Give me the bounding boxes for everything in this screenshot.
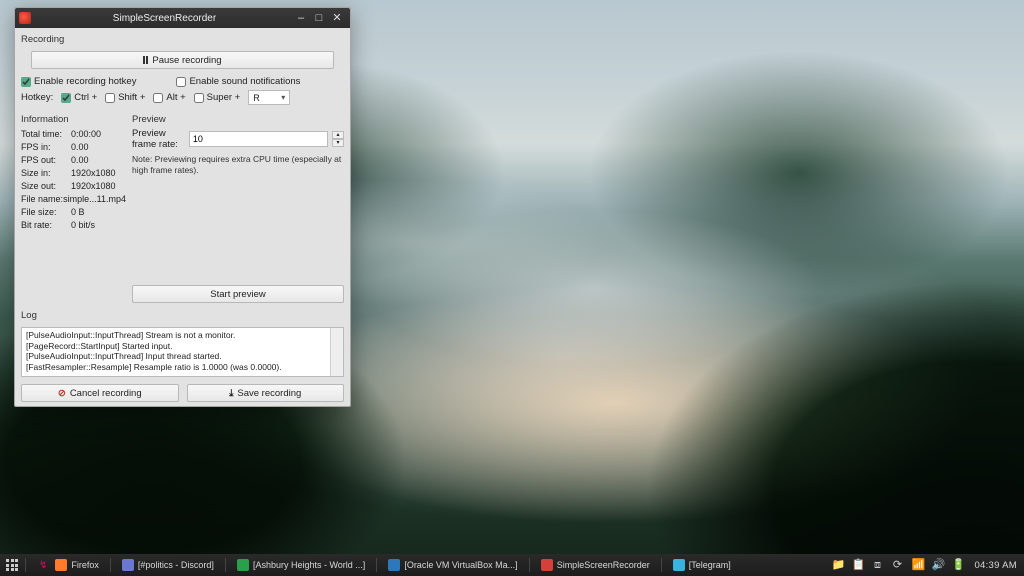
info-row: Size out:1920x1080 [21, 180, 126, 193]
preview-rate-label: Preview frame rate: [132, 128, 185, 150]
log-line: [FastResampler::Resample] Resample ratio… [26, 362, 339, 373]
save-recording-button[interactable]: ⤓ Save recording [187, 384, 345, 402]
system-tray: 📁 📋 ⧈ ⟳ 📶 🔊 🔋 04:39 AM [831, 559, 1020, 571]
hotkey-shift[interactable]: Shift + [105, 92, 145, 103]
info-key: FPS out: [21, 154, 71, 167]
log-line: [PageRecord::StartInput] Started input. [26, 341, 339, 352]
preview-area [132, 176, 344, 285]
info-key: FPS in: [21, 141, 71, 154]
info-row: Bit rate:0 bit/s [21, 219, 126, 232]
folder-icon[interactable]: 📁 [831, 559, 843, 571]
taskbar-item-label: [Oracle VM VirtualBox Ma...] [404, 560, 517, 570]
preview-note: Note: Previewing requires extra CPU time… [132, 154, 344, 176]
taskbar-item[interactable]: SimpleScreenRecorder [535, 557, 656, 573]
taskbar-separator [529, 558, 530, 572]
battery-icon[interactable]: 🔋 [951, 559, 963, 571]
preview-rate-spinner[interactable]: ▴▾ [332, 131, 344, 147]
info-row: FPS out:0.00 [21, 154, 126, 167]
preview-rate-input[interactable] [189, 131, 328, 147]
hotkey-alt[interactable]: Alt + [153, 92, 185, 103]
taskbar-app-icon [237, 559, 249, 571]
taskbar-item-label: [Telegram] [689, 560, 731, 570]
hotkey-super[interactable]: Super + [194, 92, 241, 103]
pause-icon [143, 56, 148, 64]
activity-indicator-icon: ↯ [39, 560, 47, 571]
info-row: File size:0 B [21, 206, 126, 219]
save-icon: ⤓ [229, 388, 233, 399]
taskbar-item-label: Firefox [71, 560, 99, 570]
info-row: Size in:1920x1080 [21, 167, 126, 180]
taskbar-app-icon [673, 559, 685, 571]
info-value: 0:00:00 [71, 128, 126, 141]
taskbar-item[interactable]: [Ashbury Heights - World ...] [231, 557, 371, 573]
info-row: FPS in:0.00 [21, 141, 126, 154]
info-key: Size out: [21, 180, 71, 193]
enable-hotkey-checkbox[interactable]: Enable recording hotkey [21, 76, 136, 87]
info-value: simple...11.mp4 [63, 193, 126, 206]
pause-recording-button[interactable]: Pause recording [31, 51, 334, 69]
ssr-window: SimpleScreenRecorder – □ ✕ Recording Pau… [14, 7, 351, 407]
hotkey-key-combo[interactable]: R [248, 90, 290, 105]
taskbar-item-label: [#politics - Discord] [138, 560, 214, 570]
close-button[interactable]: ✕ [328, 11, 346, 25]
taskbar-app-icon [388, 559, 400, 571]
pause-recording-label: Pause recording [152, 55, 221, 66]
hotkey-label: Hotkey: [21, 92, 53, 103]
taskbar-separator [110, 558, 111, 572]
section-information: Information [21, 114, 126, 125]
cancel-icon: ⊘ [58, 388, 66, 399]
taskbar-app-icon [122, 559, 134, 571]
log-box[interactable]: [PulseAudioInput::InputThread] Stream is… [21, 327, 344, 377]
info-value: 1920x1080 [71, 167, 126, 180]
section-log: Log [21, 310, 344, 321]
info-key: Total time: [21, 128, 71, 141]
dropbox-icon[interactable]: ⧈ [871, 559, 883, 571]
info-key: File size: [21, 206, 71, 219]
info-value: 0 B [71, 206, 126, 219]
info-row: File name:simple...11.mp4 [21, 193, 126, 206]
enable-sound-checkbox[interactable]: Enable sound notifications [176, 76, 300, 87]
taskbar-clock[interactable]: 04:39 AM [971, 560, 1020, 571]
cancel-recording-button[interactable]: ⊘ Cancel recording [21, 384, 179, 402]
section-preview: Preview [132, 114, 344, 125]
info-key: Bit rate: [21, 219, 71, 232]
info-value: 0.00 [71, 141, 126, 154]
hotkey-ctrl[interactable]: Ctrl + [61, 92, 97, 103]
taskbar: ↯ Firefox [#politics - Discord] [Ashbury H… [0, 554, 1024, 576]
taskbar-item[interactable]: [Oracle VM VirtualBox Ma...] [382, 557, 523, 573]
titlebar[interactable]: SimpleScreenRecorder – □ ✕ [15, 8, 350, 28]
section-recording: Recording [21, 34, 344, 45]
wifi-icon[interactable]: 📶 [911, 559, 923, 571]
log-line: [PulseAudioInput::InputThread] Input thr… [26, 351, 339, 362]
updates-icon[interactable]: ⟳ [891, 559, 903, 571]
window-title: SimpleScreenRecorder [37, 13, 292, 24]
info-row: Total time:0:00:00 [21, 128, 126, 141]
taskbar-item[interactable]: [Telegram] [667, 557, 737, 573]
taskbar-separator [376, 558, 377, 572]
minimize-button[interactable]: – [292, 11, 310, 25]
taskbar-item-label: [Ashbury Heights - World ...] [253, 560, 365, 570]
taskbar-item[interactable]: Firefox [49, 557, 105, 573]
taskbar-item-label: SimpleScreenRecorder [557, 560, 650, 570]
taskbar-item[interactable]: [#politics - Discord] [116, 557, 220, 573]
info-value: 1920x1080 [71, 180, 126, 193]
applications-grid-icon[interactable] [4, 557, 20, 573]
log-line: [PulseAudioInput::InputThread] Stream is… [26, 330, 339, 341]
info-value: 0.00 [71, 154, 126, 167]
taskbar-separator [225, 558, 226, 572]
taskbar-app-icon [541, 559, 553, 571]
start-preview-button[interactable]: Start preview [132, 285, 344, 303]
taskbar-app-icon [55, 559, 67, 571]
taskbar-separator [661, 558, 662, 572]
info-value: 0 bit/s [71, 219, 126, 232]
app-icon [19, 12, 31, 24]
volume-icon[interactable]: 🔊 [931, 559, 943, 571]
maximize-button[interactable]: □ [310, 11, 328, 25]
taskbar-separator [25, 558, 26, 572]
info-key: Size in: [21, 167, 71, 180]
info-key: File name: [21, 193, 63, 206]
clipboard-icon[interactable]: 📋 [851, 559, 863, 571]
